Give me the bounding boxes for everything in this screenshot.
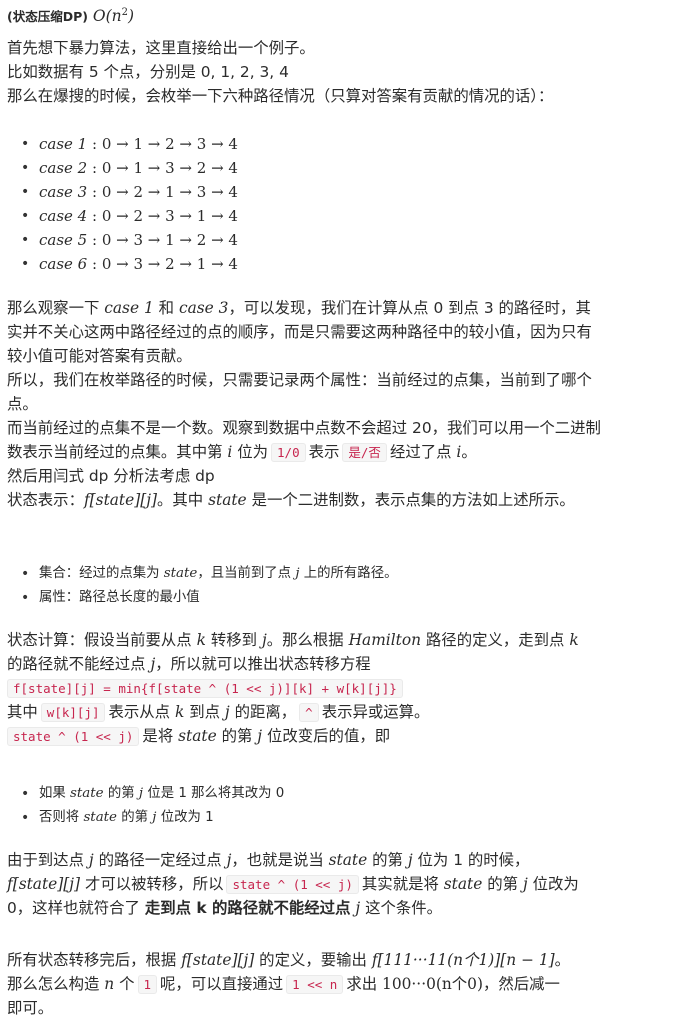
final-line-3: 即可。 [7,999,54,1017]
list-item: 否则将 state 的第 j 位改为 1 [7,806,685,830]
section-title: (状态压缩DP) O(n2) [7,0,134,26]
intro-line-2: 比如数据有 5 个点，分别是 0, 1, 2, 3, 4 [7,63,289,81]
analysis-line-6: 而当前经过的点集不是一个数。观察到数据中点数不会超过 20，我们可以用一个二进制 [7,419,601,437]
final-line-2: 那么怎么构造 n 个 1 呢，可以直接通过 1 << n 求出 100···0(n个0)… [7,975,560,994]
analysis-line-4: 所以，我们在枚举路径的时候，只需要记录两个属性：当前经过的点集，当前到了哪个 [7,371,592,389]
calc-line-1: 状态计算：假设当前要从点 k 转移到 j。那么根据 Hamilton 路径的定义… [7,631,579,649]
list-item: 属性：路径总长度的最小值 [7,586,685,610]
calc-line-2: 的路径就不能经过点 j，所以就可以推出状态转移方程 [7,655,371,673]
list-item: 集合：经过的点集为 state，且当前到了点 j 上的所有路径。 [7,562,685,586]
analysis-line-2: 实并不关心这两中路径经过的点的顺序，而是只需要这两种路径中的较小值，因为只有 [7,323,592,341]
case-item: case 5 : 0 → 3 → 1 → 2 → 4 [7,228,685,252]
conclusion-line-1: 由于到达点 j 的路径一定经过点 j，也就是说当 state 的第 j 位为 1… [7,851,530,869]
state-definition-list: 集合：经过的点集为 state，且当前到了点 j 上的所有路径。 属性：路径总长… [7,562,685,610]
inline-code: w[k][j] [40,703,106,722]
analysis-line-9: 状态表示：f[state][j]。其中 state 是一个二进制数，表示点集的方… [7,491,575,509]
inline-code: state ^ (1 << j) [7,727,140,746]
case-item: case 4 : 0 → 2 → 3 → 1 → 4 [7,204,685,228]
case-item: case 6 : 0 → 3 → 2 → 1 → 4 [7,252,685,276]
article: (状态压缩DP) O(n2) 首先想下暴力算法，这里直接给出一个例子。 比如数据… [0,0,693,1036]
calc-line-3: f[state][j] = min{f[state ^ (1 << j)][k]… [7,676,685,700]
case-item: case 3 : 0 → 2 → 1 → 3 → 4 [7,180,685,204]
transition-equation-code: f[state][j] = min{f[state ^ (1 << j)][k]… [7,679,403,698]
conclusion-line-2: f[state][j] 才可以被转移，所以 state ^ (1 << j) 其实就… [7,875,579,894]
analysis-paragraph: 那么观察一下 case 1 和 case 3，可以发现，我们在计算从点 0 到点… [7,296,685,512]
analysis-line-1: 那么观察一下 case 1 和 case 3，可以发现，我们在计算从点 0 到点… [7,299,591,317]
emphasis-text: 走到点 k 的路径就不能经过点 [144,899,351,917]
intro-line-3: 那么在爆搜的时候，会枚举一下六种路径情况（只算对答案有贡献的情况的话）： [7,87,554,105]
inline-code: 1/0 [271,443,306,462]
calc-paragraph: 状态计算：假设当前要从点 k 转移到 j。那么根据 Hamilton 路径的定义… [7,628,685,748]
analysis-line-8: 然后用闫式 dp 分析法考虑 dp [7,467,215,485]
intro-paragraph: 首先想下暴力算法，这里直接给出一个例子。 比如数据有 5 个点，分别是 0, 1… [7,36,685,108]
inline-code: state ^ (1 << j) [226,875,359,894]
case-list: case 1 : 0 → 1 → 2 → 3 → 4case 2 : 0 → 1… [7,132,685,276]
final-paragraph: 所有状态转移完后，根据 f[state][j] 的定义，要输出 f[111···… [7,948,685,1020]
title-formula: O(n2) [92,7,135,26]
analysis-line-3: 较小值可能对答案有贡献。 [7,347,192,365]
intro-line-1: 首先想下暴力算法，这里直接给出一个例子。 [7,39,315,57]
inline-code: 1 [137,975,158,994]
list-item: 如果 state 的第 j 位是 1 那么将其改为 0 [7,782,685,806]
case-item: case 2 : 0 → 1 → 3 → 2 → 4 [7,156,685,180]
inline-code: 是/否 [342,443,387,462]
conclusion-line-3: 0，这样也就符合了 走到点 k 的路径就不能经过点 j 这个条件。 [7,899,443,917]
inline-code: 1 << n [286,975,344,994]
calc-line-4: 其中 w[k][j] 表示从点 k 到点 j 的距离， ^ 表示异或运算。 [7,703,430,722]
inline-code: ^ [299,703,319,722]
bit-flip-list: 如果 state 的第 j 位是 1 那么将其改为 0 否则将 state 的第… [7,782,685,830]
calc-line-5: state ^ (1 << j) 是将 state 的第 j 位改变后的值，即 [7,724,685,748]
analysis-line-5: 点。 [7,395,38,413]
final-line-1: 所有状态转移完后，根据 f[state][j] 的定义，要输出 f[111···… [7,951,571,969]
conclusion-paragraph: 由于到达点 j 的路径一定经过点 j，也就是说当 state 的第 j 位为 1… [7,848,685,920]
title-label: (状态压缩DP) [7,9,88,25]
analysis-line-7: 数表示当前经过的点集。其中第 i 位为 1/0 表示 是/否 经过了点 i。 [7,443,477,462]
case-item: case 1 : 0 → 1 → 2 → 3 → 4 [7,132,685,156]
